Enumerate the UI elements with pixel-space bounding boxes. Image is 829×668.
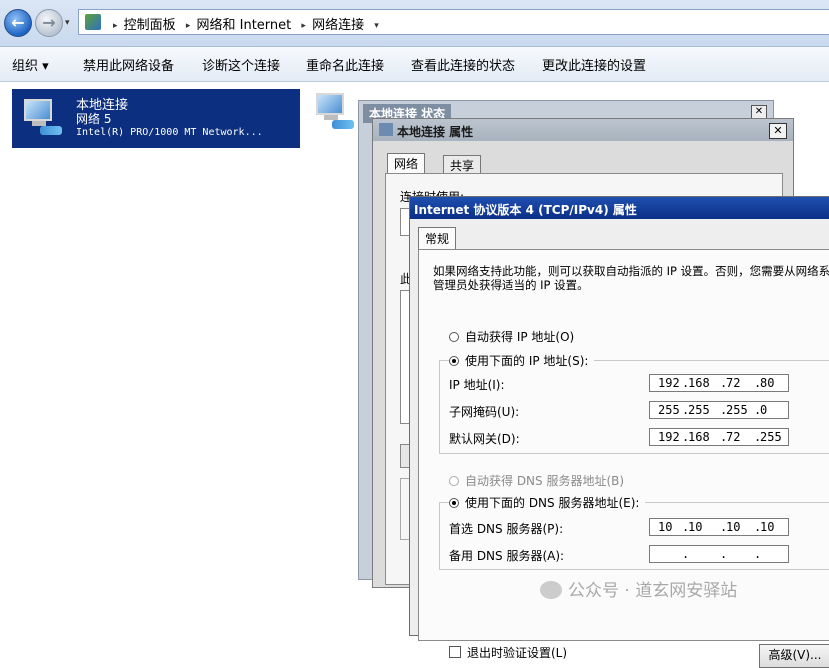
preferred-dns-label: 首选 DNS 服务器(P): [449,522,564,536]
network-adapter-icon [312,93,354,129]
chevron-down-icon[interactable]: ▾ [374,21,379,31]
organize-menu[interactable]: 组织 ▾ [12,55,49,74]
checkbox-empty-icon [449,646,461,658]
watermark: 公众号 · 道玄网安驿站 [540,576,737,601]
arrow-right-icon: → [42,13,56,32]
dialog-titlebar: Internet 协议版本 4 (TCP/IPv4) 属性 [410,197,829,219]
breadcrumb-item[interactable]: 网络和 Internet [197,18,292,33]
tab-general[interactable]: 常规 [418,227,457,250]
chevron-right-icon: ▸ [185,21,191,31]
breadcrumb-item[interactable]: 控制面板 [124,18,176,33]
chevron-right-icon: ▸ [301,21,306,31]
forward-button[interactable]: → [35,9,63,37]
preferred-dns-input[interactable]: 10. 10. 10. 10 [649,518,789,536]
view-status-button[interactable]: 查看此连接的状态 [411,55,515,74]
use-dns-radio[interactable]: 使用下面的 DNS 服务器地址(E): [449,494,646,511]
dialog-title: 本地连接 属性 [397,125,474,139]
auto-dns-label: 自动获得 DNS 服务器地址(B) [465,474,625,488]
network-icon [379,123,393,136]
close-button[interactable]: ✕ [769,123,787,139]
ipv4-properties-dialog: Internet 协议版本 4 (TCP/IPv4) 属性 常规 如果网络支持此… [409,196,829,668]
connection-device: Intel(R) PRO/1000 MT Network... [76,127,263,138]
advanced-button[interactable]: 高级(V)... [759,644,829,668]
auto-ip-label: 自动获得 IP 地址(O) [465,330,575,344]
validate-checkbox[interactable]: 退出时验证设置(L) [449,644,567,661]
tab-network[interactable]: 网络 [387,153,426,174]
diagnose-button[interactable]: 诊断这个连接 [202,55,280,74]
dialog-titlebar: 本地连接 属性 ✕ [373,119,793,141]
intro-text: 如果网络支持此功能，则可以获取自动指派的 IP 设置。否则，您需要从网络系统管理… [433,264,829,292]
use-ip-radio[interactable]: 使用下面的 IP 地址(S): [449,352,595,369]
network-adapter-icon [20,99,62,135]
arrow-left-icon: ← [11,13,25,32]
connection-tile-local[interactable]: 本地连接 网络 5 Intel(R) PRO/1000 MT Network..… [12,89,300,148]
gateway-label: 默认网关(D): [449,432,520,446]
auto-ip-radio[interactable]: 自动获得 IP 地址(O) [449,328,574,345]
change-settings-button[interactable]: 更改此连接的设置 [542,55,646,74]
use-dns-label: 使用下面的 DNS 服务器地址(E): [465,496,640,510]
disable-device-button[interactable]: 禁用此网络设备 [83,55,174,74]
history-dropdown-icon[interactable]: ▾ [65,18,70,28]
control-panel-icon [85,14,101,30]
alternate-dns-label: 备用 DNS 服务器(A): [449,549,565,563]
validate-label: 退出时验证设置(L) [467,646,568,660]
breadcrumb-path: ▸ 控制面板 ▸ 网络和 Internet ▸ 网络连接 ▾ [109,14,381,33]
radio-on-icon [449,498,459,508]
dialog-title: Internet 协议版本 4 (TCP/IPv4) 属性 [414,203,637,217]
radio-off-icon [449,476,459,486]
command-toolbar: 组织 ▾ 禁用此网络设备 诊断这个连接 重命名此连接 查看此连接的状态 更改此连… [0,47,829,82]
ip-address-input[interactable]: 192. 168. 72. 80 [649,374,789,392]
breadcrumb-item[interactable]: 网络连接 [312,18,364,33]
connection-network: 网络 5 [76,112,112,126]
auto-dns-radio[interactable]: 自动获得 DNS 服务器地址(B) [449,472,624,489]
gateway-input[interactable]: 192. 168. 72. 255 [649,428,789,446]
wechat-icon [540,581,562,599]
ip-address-label: IP 地址(I): [449,378,505,392]
rename-button[interactable]: 重命名此连接 [306,55,384,74]
radio-off-icon [449,332,459,342]
back-button[interactable]: ← [4,9,32,37]
chevron-right-icon: ▸ [113,21,118,31]
watermark-text: 公众号 · 道玄网安驿站 [568,581,738,601]
radio-on-icon [449,356,459,366]
subnet-mask-label: 子网掩码(U): [449,405,520,419]
breadcrumb[interactable]: ▸ 控制面板 ▸ 网络和 Internet ▸ 网络连接 ▾ [78,9,829,35]
subnet-mask-input[interactable]: 255. 255. 255. 0 [649,401,789,419]
alternate-dns-input[interactable]: ... [649,545,789,563]
use-ip-label: 使用下面的 IP 地址(S): [465,354,589,368]
address-bar: ← → ▾ ▸ 控制面板 ▸ 网络和 Internet ▸ 网络连接 ▾ [0,0,829,47]
